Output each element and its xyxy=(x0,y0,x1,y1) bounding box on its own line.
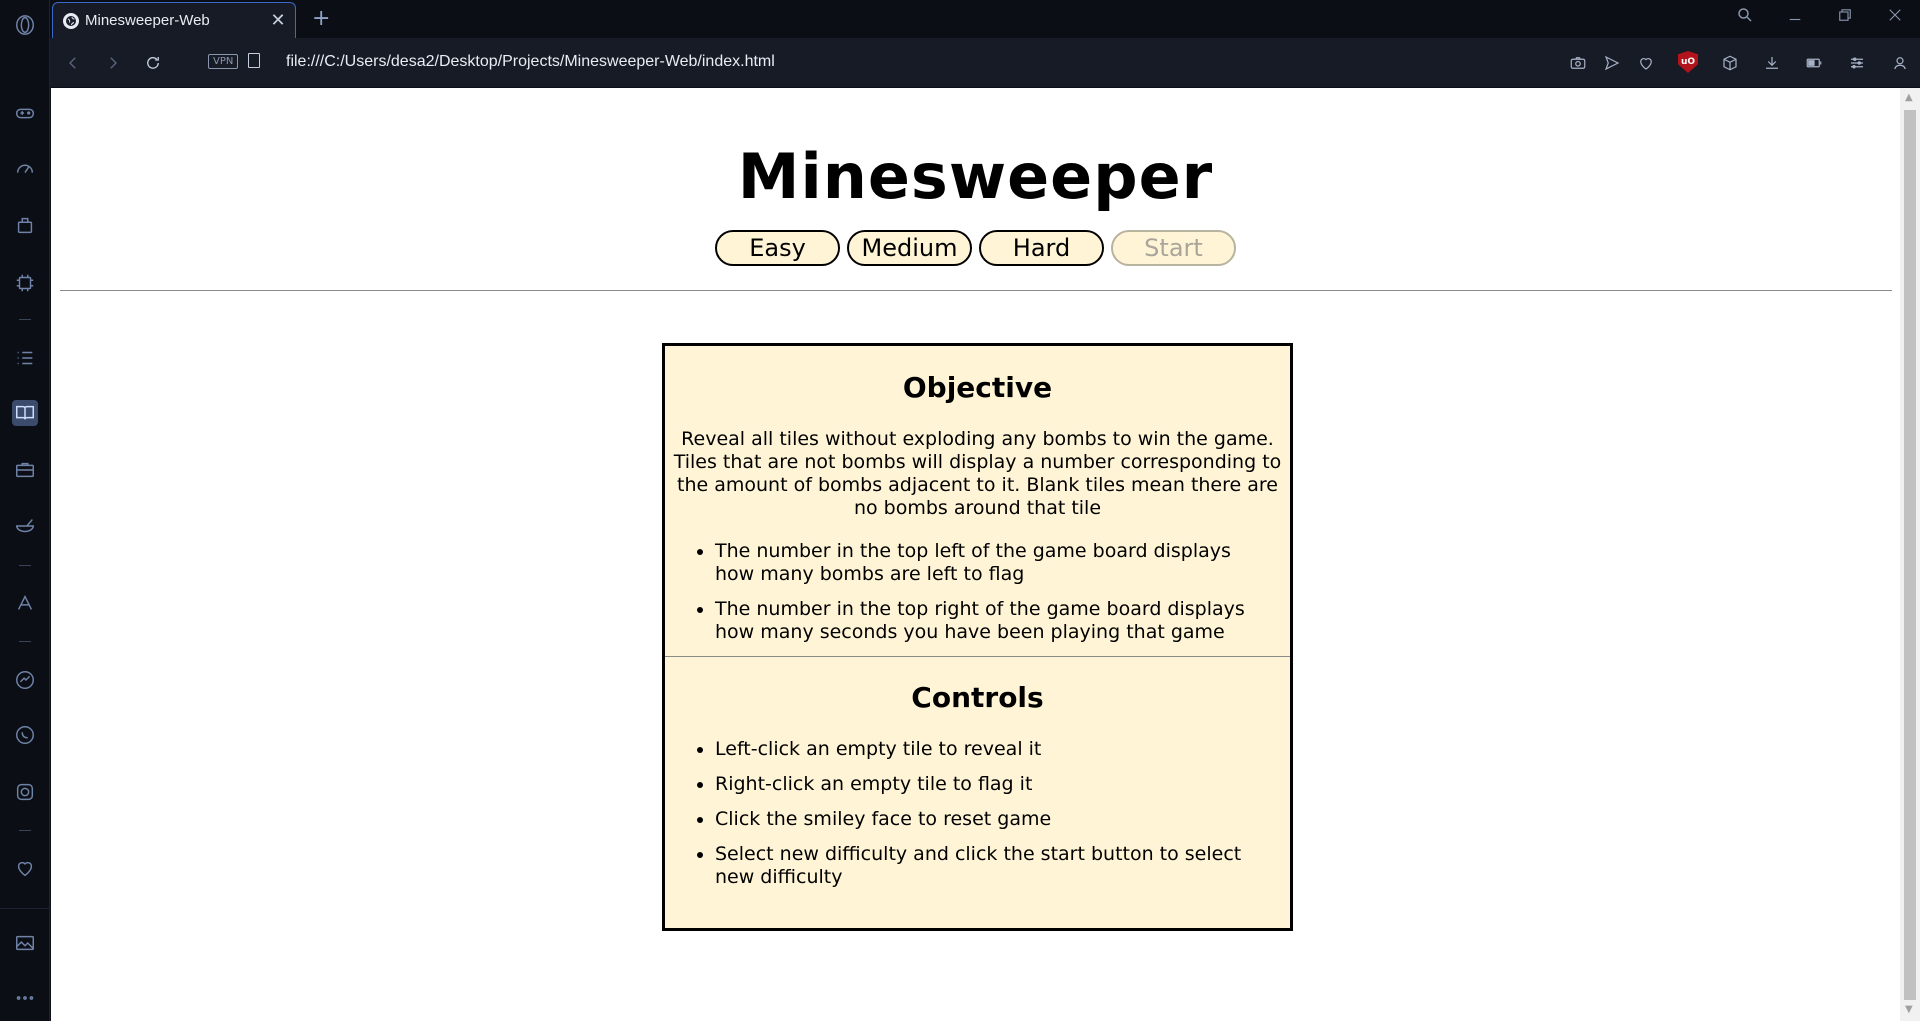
address-bar: VPN file:///C:/Users/desa2/Desktop/Proje… xyxy=(50,38,1920,88)
restore-icon[interactable] xyxy=(1830,6,1860,29)
battery-saver-icon[interactable] xyxy=(1802,51,1826,75)
easy-setup-icon[interactable] xyxy=(1845,51,1869,75)
download-icon[interactable] xyxy=(1760,51,1784,75)
gallery-icon[interactable] xyxy=(12,930,38,956)
start-button[interactable]: Start xyxy=(1111,230,1236,266)
minimize-icon[interactable] xyxy=(1780,6,1810,29)
list-item: Click the smiley face to reset game xyxy=(715,808,1270,831)
opera-logo-icon[interactable] xyxy=(12,12,38,38)
speedometer-icon[interactable] xyxy=(12,155,38,181)
tab-bar: Minesweeper-Web ✕ + xyxy=(50,0,1920,38)
controls-list: Left-click an empty tile to reveal it Ri… xyxy=(665,738,1290,889)
controls-heading: Controls xyxy=(911,681,1044,714)
tab-close-icon[interactable]: ✕ xyxy=(267,10,289,31)
reading-list-icon[interactable] xyxy=(12,400,38,426)
page-title: Minesweeper xyxy=(737,140,1214,213)
snapshot-icon[interactable] xyxy=(1566,51,1590,75)
instructions-panel: Objective Reveal all tiles without explo… xyxy=(662,343,1293,931)
url-field[interactable]: file:///C:/Users/desa2/Desktop/Projects/… xyxy=(286,53,775,71)
bookmark-heart-icon[interactable] xyxy=(1634,51,1658,75)
globe-icon xyxy=(63,12,79,29)
search-tabs-icon[interactable] xyxy=(1730,6,1760,29)
gamepad-icon[interactable] xyxy=(12,100,38,126)
whatsapp-icon[interactable] xyxy=(12,722,38,748)
scroll-down-icon[interactable]: ▼ xyxy=(1905,1004,1913,1015)
scroll-thumb[interactable] xyxy=(1904,110,1916,1000)
ai-chip-icon[interactable] xyxy=(12,270,38,296)
page-viewport: Minesweeper Easy Medium Hard Start Objec… xyxy=(51,88,1900,1021)
list-item: The number in the top right of the game … xyxy=(715,598,1270,644)
profile-icon[interactable] xyxy=(1888,51,1912,75)
header-divider xyxy=(60,290,1892,291)
forward-icon[interactable] xyxy=(100,50,126,76)
heart-icon[interactable] xyxy=(12,855,38,881)
close-window-icon[interactable] xyxy=(1880,6,1910,29)
ublock-origin-icon[interactable]: uO xyxy=(1678,51,1698,73)
new-tab-button[interactable]: + xyxy=(312,6,330,31)
list-item: Left-click an empty tile to reveal it xyxy=(715,738,1270,761)
controls-section: Controls Left-click an empty tile to rev… xyxy=(665,657,1290,889)
page-info-icon[interactable] xyxy=(248,53,260,68)
vertical-scrollbar[interactable]: ▲ ▼ xyxy=(1900,88,1920,1021)
reload-icon[interactable] xyxy=(140,50,166,76)
browser-window: Minesweeper-Web ✕ + VPN file:///C:/Users… xyxy=(0,0,1920,1021)
easy-button[interactable]: Easy xyxy=(715,230,840,266)
list-item: Select new difficulty and click the star… xyxy=(715,843,1270,889)
objective-heading: Objective xyxy=(902,371,1053,404)
more-icon[interactable] xyxy=(12,985,38,1011)
vpn-badge[interactable]: VPN xyxy=(208,54,239,69)
extensions-cube-icon[interactable] xyxy=(1718,51,1742,75)
sidebar xyxy=(0,0,50,1021)
aria-icon[interactable] xyxy=(12,590,38,616)
back-icon[interactable] xyxy=(60,50,86,76)
messenger-icon[interactable] xyxy=(12,667,38,693)
bowl-icon[interactable] xyxy=(12,513,38,539)
list-item: Right-click an empty tile to flag it xyxy=(715,773,1270,796)
medium-button[interactable]: Medium xyxy=(847,230,972,266)
hard-button[interactable]: Hard xyxy=(979,230,1104,266)
tab-minesweeper[interactable]: Minesweeper-Web ✕ xyxy=(52,2,296,38)
stream-icon[interactable] xyxy=(12,212,38,238)
list-icon[interactable] xyxy=(12,345,38,371)
list-item: The number in the top left of the game b… xyxy=(715,540,1270,586)
scroll-up-icon[interactable]: ▲ xyxy=(1905,92,1913,103)
send-icon[interactable] xyxy=(1600,51,1624,75)
tab-title: Minesweeper-Web xyxy=(85,12,210,29)
difficulty-controls: Easy Medium Hard Start xyxy=(51,230,1900,266)
objective-text: Reveal all tiles without exploding any b… xyxy=(673,428,1282,519)
objective-list: The number in the top left of the game b… xyxy=(665,540,1290,644)
briefcase-icon[interactable] xyxy=(12,457,38,483)
objective-section: Objective Reveal all tiles without explo… xyxy=(665,346,1290,644)
instagram-icon[interactable] xyxy=(12,779,38,805)
